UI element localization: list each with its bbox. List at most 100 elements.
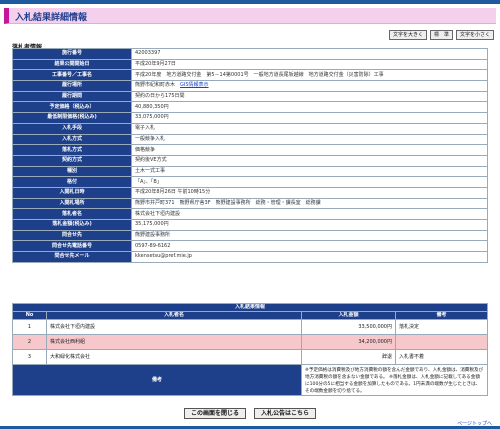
info-value-cell: 40,880,350円 bbox=[131, 101, 488, 114]
info-label: 入開札場所 bbox=[12, 197, 132, 210]
info-value-cell: 42003397 bbox=[131, 48, 488, 60]
remarks-text: ※予定価格は消費税及び地方消費税の額を含んだ金額であり、入札金額は、消費税及び地… bbox=[301, 364, 488, 396]
font-large-button[interactable]: 文字を大きく bbox=[388, 30, 427, 40]
info-row: 工事番号／工事名 平成20年度 地方道路交付金 第5－14第0001号 一般地方道… bbox=[12, 69, 488, 82]
info-value: 平成20年9月27日 bbox=[135, 61, 176, 68]
info-value: 33,075,000円 bbox=[135, 114, 169, 121]
info-label: 落札方式 bbox=[12, 144, 132, 156]
font-small-button[interactable]: 文字を小さく bbox=[455, 30, 494, 40]
info-row: 入開札場所 熊野市井戸町371 熊野県庁舎3F 熊野建設事務所 総務・管理・課長室… bbox=[12, 197, 488, 210]
bid-note bbox=[395, 334, 488, 350]
page-title-bar: 入札結果詳細情報 bbox=[4, 8, 496, 24]
info-row: 予定価格（税込み） 40,880,350円 bbox=[12, 101, 488, 114]
bid-results-caption: 入札結果情報 bbox=[12, 303, 488, 312]
tender-notice-button[interactable]: 入札公告はこちら bbox=[254, 408, 317, 419]
info-value-cell: 0597-89-6162 bbox=[131, 240, 488, 253]
info-value: 価格競争 bbox=[135, 146, 156, 153]
info-value: 42003397 bbox=[135, 50, 161, 57]
info-value-cell: 33,075,000円 bbox=[131, 112, 488, 124]
info-value: kkensetsu@pref.mie.jp bbox=[135, 253, 192, 260]
gis-map-link[interactable]: GIS情報表示 bbox=[180, 82, 209, 88]
bid-no: 2 bbox=[12, 334, 47, 350]
header-bidder-name: 入札者名 bbox=[46, 311, 302, 320]
bid-amount: 34,200,000円 bbox=[301, 334, 396, 350]
info-value: 一般競争入札 bbox=[135, 135, 166, 142]
info-value-cell: 「A」、「B」 bbox=[131, 176, 488, 188]
top-bar bbox=[0, 0, 500, 4]
bidder-name: 株式会社下垣内建設 bbox=[46, 319, 302, 335]
info-value-cell: 35,175,000円 bbox=[131, 219, 488, 231]
info-row: 契約方式 契約後VE方式 bbox=[12, 154, 488, 167]
info-value: 平成20年8月26日 午前10時15分 bbox=[135, 189, 211, 196]
info-row: 履行期間 契約の日から175日間 bbox=[12, 90, 488, 103]
info-label: 履行場所 bbox=[12, 80, 132, 92]
info-value-cell: 契約後VE方式 bbox=[131, 154, 488, 167]
info-value-cell: 契約の日から175日間 bbox=[131, 90, 488, 103]
header-note: 備考 bbox=[395, 311, 488, 320]
bid-results-table: 入札結果情報 No 入札者名 入札金額 備考 1 株式会社下垣内建設 33,500,… bbox=[12, 303, 488, 396]
info-value-cell: 一般競争入札 bbox=[131, 133, 488, 146]
close-window-button[interactable]: この画面を閉じる bbox=[183, 408, 246, 419]
info-label: 格付 bbox=[12, 176, 132, 188]
remarks-label: 備考 bbox=[12, 364, 302, 396]
info-value: 熊野市紀和町赤木 bbox=[135, 82, 176, 89]
info-row: 履行場所 熊野市紀和町赤木 GIS情報表示 bbox=[12, 80, 488, 92]
bid-note: 入札書不着 bbox=[395, 349, 488, 365]
info-value: 契約の日から175日間 bbox=[135, 93, 185, 100]
info-value-cell: 平成20年度 地方道路交付金 第5－14第0001号 一般地方道長尾坂越線 地方… bbox=[131, 69, 488, 82]
info-value: 「A」、「B」 bbox=[135, 178, 162, 185]
info-label: 契約方式 bbox=[12, 154, 132, 167]
bid-row: 3 大和緑化株式会社 辞退 入札書不着 bbox=[12, 349, 488, 365]
info-label: 結果公開開始日 bbox=[12, 58, 132, 71]
bid-row: 2 株式会社西利組 34,200,000円 bbox=[12, 334, 488, 350]
info-label: 問合せ先電話番号 bbox=[12, 240, 132, 253]
info-value: 平成20年度 地方道路交付金 第5－14第0001号 一般地方道長尾坂越線 地方… bbox=[135, 71, 384, 78]
info-value-cell: 電子入札 bbox=[131, 122, 488, 135]
info-value: 契約後VE方式 bbox=[135, 157, 167, 164]
font-size-controls: 文字を大きく 標 準 文字を小さく bbox=[388, 30, 494, 40]
bid-row: 1 株式会社下垣内建設 33,500,000円 落札決定 bbox=[12, 319, 488, 335]
info-value-cell: 土木一式工事 bbox=[131, 165, 488, 178]
info-value: 電子入札 bbox=[135, 125, 156, 132]
info-value: 熊野建設事務所 bbox=[135, 232, 171, 239]
info-row: 最低制限価格(税込み) 33,075,000円 bbox=[12, 112, 488, 124]
info-label: 問合せ先 bbox=[12, 229, 132, 242]
info-row: 格付 「A」、「B」 bbox=[12, 176, 488, 188]
info-row: 入開札日時 平成20年8月26日 午前10時15分 bbox=[12, 186, 488, 199]
info-label: 施行番号 bbox=[12, 48, 132, 60]
action-buttons: この画面を閉じる 入札公告はこちら bbox=[0, 408, 500, 419]
header-bid-amount: 入札金額 bbox=[301, 311, 396, 320]
info-value: 35,175,000円 bbox=[135, 221, 169, 228]
info-row: 種別 土木一式工事 bbox=[12, 165, 488, 178]
info-label: 入開札日時 bbox=[12, 186, 132, 199]
info-row: 入札手段 電子入札 bbox=[12, 122, 488, 135]
bidder-name: 大和緑化株式会社 bbox=[46, 349, 302, 365]
info-value: 株式会社下垣内建設 bbox=[135, 210, 181, 217]
info-row: 結果公開開始日 平成20年9月27日 bbox=[12, 58, 488, 71]
page-title: 入札結果詳細情報 bbox=[15, 13, 88, 23]
info-value-cell: 熊野建設事務所 bbox=[131, 229, 488, 242]
info-label: 履行期間 bbox=[12, 90, 132, 103]
info-row: 問合せ先メール kkensetsu@pref.mie.jp bbox=[12, 251, 488, 263]
info-value: 土木一式工事 bbox=[135, 167, 166, 174]
info-label: 入札手段 bbox=[12, 122, 132, 135]
info-label: 最低制限価格(税込み) bbox=[12, 112, 132, 124]
info-label: 落札者名 bbox=[12, 208, 132, 220]
info-value-cell: 熊野市井戸町371 熊野県庁舎3F 熊野建設事務所 総務・管理・課長室 総務課 bbox=[131, 197, 488, 210]
info-value-cell: 熊野市紀和町赤木 GIS情報表示 bbox=[131, 80, 488, 92]
info-value: 熊野市井戸町371 熊野県庁舎3F 熊野建設事務所 総務・管理・課長室 総務課 bbox=[135, 199, 321, 206]
info-value-cell: 平成20年9月27日 bbox=[131, 58, 488, 71]
info-label: 問合せ先メール bbox=[12, 251, 132, 263]
info-value-cell: 価格競争 bbox=[131, 144, 488, 156]
font-standard-button[interactable]: 標 準 bbox=[429, 30, 453, 40]
info-label: 工事番号／工事名 bbox=[12, 69, 132, 82]
info-value-cell: 株式会社下垣内建設 bbox=[131, 208, 488, 220]
bid-no: 1 bbox=[12, 319, 47, 335]
info-label: 落札金額(税込み) bbox=[12, 219, 132, 231]
header-no: No bbox=[12, 311, 47, 320]
info-row: 問合せ先電話番号 0597-89-6162 bbox=[12, 240, 488, 253]
info-value: 40,880,350円 bbox=[135, 103, 169, 110]
winner-info-table: 施行番号 42003397 結果公開開始日 平成20年9月27日 工事番号／工事名 平成2… bbox=[12, 48, 488, 263]
bid-amount: 33,500,000円 bbox=[301, 319, 396, 335]
info-row: 落札者名 株式会社下垣内建設 bbox=[12, 208, 488, 220]
